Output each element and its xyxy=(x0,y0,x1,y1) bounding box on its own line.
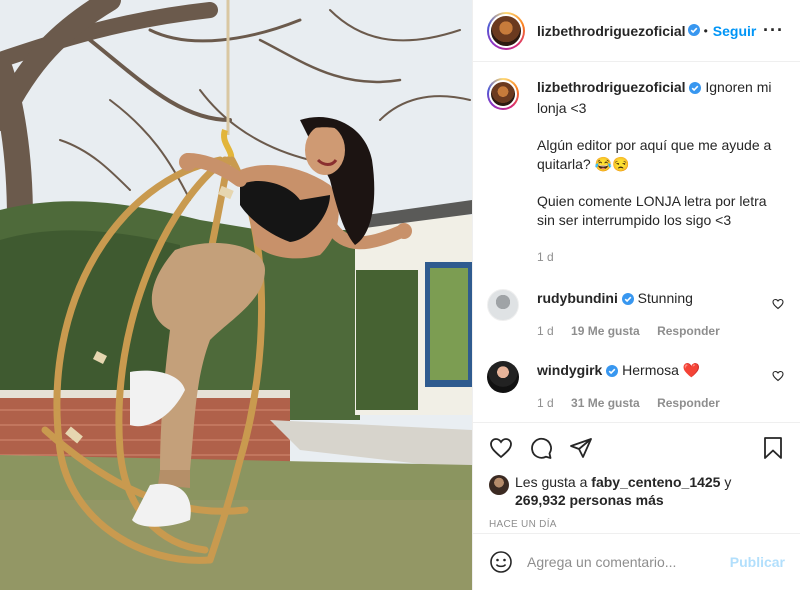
verified-badge-icon xyxy=(606,363,619,382)
post-header: lizbethrodriguezoficial • Seguir ··· xyxy=(473,0,800,62)
commenter-avatar[interactable] xyxy=(487,289,519,321)
add-comment-bar: Publicar xyxy=(473,533,800,590)
reply-button[interactable]: Responder xyxy=(657,324,720,338)
comment-text: Hermosa ❤️ xyxy=(622,362,701,378)
likes-others[interactable]: 269,932 personas más xyxy=(515,492,664,508)
caption-meta: 1 d xyxy=(537,248,784,267)
post-caption: lizbethrodriguezoficial Ignoren mi lonja… xyxy=(487,78,784,267)
action-icons xyxy=(489,433,785,463)
comment-likes[interactable]: 31 Me gusta xyxy=(571,396,640,410)
comment-heart-icon[interactable] xyxy=(772,297,784,313)
comment-time[interactable]: 1 d xyxy=(537,396,554,410)
post-photo[interactable] xyxy=(0,0,472,590)
heart-icon[interactable] xyxy=(489,436,513,460)
comment-meta: 1 d 19 Me gusta Responder xyxy=(537,322,784,341)
comment-username[interactable]: windygirk xyxy=(537,362,602,378)
comment-input[interactable] xyxy=(527,554,730,570)
follow-button[interactable]: Seguir xyxy=(713,23,757,39)
share-icon[interactable] xyxy=(569,436,593,460)
author-username[interactable]: lizbethrodriguezoficial xyxy=(537,23,686,39)
publish-button[interactable]: Publicar xyxy=(730,554,785,570)
caption-author-avatar[interactable] xyxy=(487,78,519,110)
comment-likes[interactable]: 19 Me gusta xyxy=(571,324,640,338)
verified-badge-icon xyxy=(621,291,634,310)
caption-line-3: Quien comente LONJA letra por letra sin … xyxy=(537,193,767,228)
verified-badge-icon xyxy=(689,80,702,99)
caption-line-2: Algún editor por aquí que me ayude a qui… xyxy=(537,137,772,172)
likes-conj: y xyxy=(724,474,732,490)
bookmark-icon[interactable] xyxy=(761,436,785,460)
post-timestamp[interactable]: HACE UN DÍA xyxy=(489,519,785,530)
likes-prefix: Les gusta a xyxy=(515,474,588,490)
comment-heart-icon[interactable] xyxy=(772,369,784,385)
comment-time[interactable]: 1 d xyxy=(537,324,554,338)
author-avatar[interactable] xyxy=(487,11,525,50)
caption-username[interactable]: lizbethrodriguezoficial xyxy=(537,79,686,95)
reply-button[interactable]: Responder xyxy=(657,396,720,410)
separator-dot: • xyxy=(703,23,708,38)
more-options-icon[interactable]: ··· xyxy=(763,20,784,41)
comment-username[interactable]: rudybundini xyxy=(537,290,618,306)
liker-avatar[interactable] xyxy=(489,475,509,495)
emoji-icon[interactable] xyxy=(489,550,513,574)
commenter-avatar[interactable] xyxy=(487,361,519,393)
comment-icon[interactable] xyxy=(529,436,553,460)
comment-meta: 1 d 31 Me gusta Responder xyxy=(537,394,784,413)
post-side-panel: lizbethrodriguezoficial • Seguir ··· liz… xyxy=(472,0,800,590)
caption-time[interactable]: 1 d xyxy=(537,250,554,264)
comments-list: lizbethrodriguezoficial Ignoren mi lonja… xyxy=(473,62,800,418)
verified-badge-icon xyxy=(687,23,700,39)
instagram-post: lizbethrodriguezoficial • Seguir ··· liz… xyxy=(0,0,800,590)
comment-text: Stunning xyxy=(637,290,693,306)
liker-username[interactable]: faby_centeno_1425 xyxy=(591,474,720,490)
post-actions: Les gusta a faby_centeno_1425 y 269,932 … xyxy=(473,422,800,530)
comment-item: windygirk Hermosa ❤️ 1 d 31 Me gusta Res… xyxy=(487,361,784,413)
likes-summary: Les gusta a faby_centeno_1425 y 269,932 … xyxy=(489,473,785,509)
comment-item: rudybundini Stunning 1 d 19 Me gusta Res… xyxy=(487,289,784,341)
